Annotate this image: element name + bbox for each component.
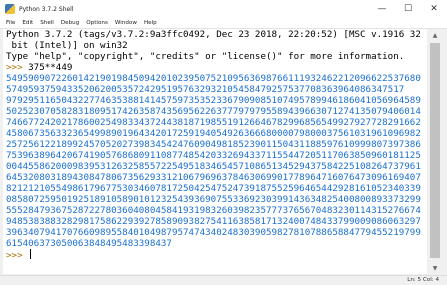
menu-file[interactable]: File xyxy=(6,20,15,26)
output-line: 7466772420217860025498334372443818719855… xyxy=(6,117,421,128)
banner-line: Python 3.7.2 (tags/v3.7.2:9a3ffc0492, De… xyxy=(6,29,421,40)
output-line: 5552847936752872278036040804584193198326… xyxy=(6,205,421,216)
minimize-button[interactable]: — xyxy=(369,0,395,18)
window-title: Python 3.7.2 Shell xyxy=(19,5,74,13)
output-line: 0044558620009839531263258557225495183465… xyxy=(6,161,421,172)
menu-options[interactable]: Options xyxy=(86,20,108,26)
output-line: 2572561221899245705202739834542476090498… xyxy=(6,139,421,150)
idle-shell-window: Python 3.7.2 Shell — ☐ ✕ File Edit Shell… xyxy=(0,0,447,285)
menu-help[interactable]: Help xyxy=(144,20,157,26)
text-cursor xyxy=(30,249,32,259)
output-line: 5749593759433520620053572429519576329321… xyxy=(6,84,405,95)
close-button[interactable]: ✕ xyxy=(421,0,447,18)
command-input: 375**449 xyxy=(28,62,73,73)
output-line: 4580673563323654998901964342017259194054… xyxy=(6,128,421,139)
shell-text-area[interactable]: Python 3.7.2 (tags/v3.7.2:9a3ffc0492, De… xyxy=(3,29,427,274)
menu-debug[interactable]: Debug xyxy=(61,20,79,26)
cursor-position: Ln: 5 Col: 4 xyxy=(407,277,439,283)
menu-shell[interactable]: Shell xyxy=(40,20,54,26)
scroll-down-arrow-icon[interactable]: ▼ xyxy=(427,262,443,274)
menu-bar: File Edit Shell Debug Options Window Hel… xyxy=(0,18,447,29)
scrollbar-thumb[interactable] xyxy=(430,43,440,258)
title-bar[interactable]: Python 3.7.2 Shell — ☐ ✕ xyxy=(0,0,447,18)
banner-line: bit (Intel)] on win32 xyxy=(6,40,128,51)
output-line: 9792951165043227746353881414575973535233… xyxy=(6,95,421,106)
output-line: 615406373050063848495483398437 xyxy=(6,238,172,249)
output-line: 7539638964206741905768680911087748542033… xyxy=(6,150,421,161)
output-line: 9485383883282981758622939278589093827541… xyxy=(6,216,421,227)
menu-window[interactable]: Window xyxy=(115,20,137,26)
command-line: >>> 375**449 xyxy=(6,62,72,73)
vertical-scrollbar[interactable]: ▲ ▼ xyxy=(427,29,443,274)
menu-edit[interactable]: Edit xyxy=(22,20,33,26)
window-controls: — ☐ ✕ xyxy=(369,0,447,18)
output-line: 0858072595019251891058901012325439369075… xyxy=(6,194,421,205)
shell-prompt: >>> xyxy=(6,62,29,73)
banner-line: Type "help", "copyright", "credits" or "… xyxy=(6,51,405,62)
maximize-button[interactable]: ☐ xyxy=(395,0,421,18)
status-bar: Ln: 5 Col: 4 xyxy=(0,275,447,285)
output-line: 5025230705828318095174263587435695622637… xyxy=(6,106,421,117)
output-line: 6453208031894308478067356293312106796963… xyxy=(6,172,421,183)
output-line: 8212121055498617967753034607817250425475… xyxy=(6,183,421,194)
python-logo-icon xyxy=(5,4,15,14)
output-line: 5495909072260142190198450942010239507521… xyxy=(6,73,421,84)
input-line[interactable]: >>> xyxy=(6,249,32,261)
output-line: 3963407941707660989558401049879574743402… xyxy=(6,227,421,238)
scroll-up-arrow-icon[interactable]: ▲ xyxy=(427,29,443,41)
shell-prompt: >>> xyxy=(6,250,29,261)
